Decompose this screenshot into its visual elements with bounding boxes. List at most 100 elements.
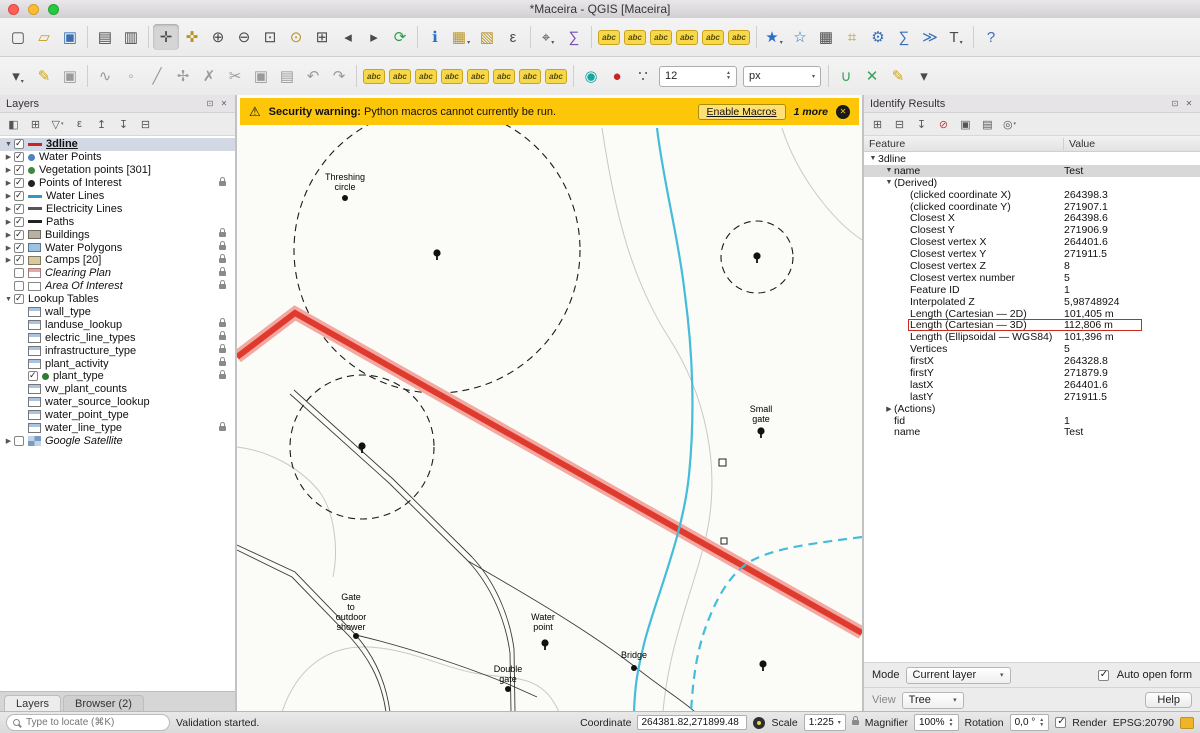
tab-browser[interactable]: Browser (2)	[63, 695, 144, 712]
undo-icon[interactable]: ↶	[300, 63, 326, 89]
font-unit-combo[interactable]: px▾	[743, 66, 821, 87]
identify-row[interactable]: Closest vertex Z8	[864, 260, 1200, 272]
layer-item[interactable]: plant_type	[0, 370, 235, 383]
refresh-map-icon[interactable]: ⟳	[387, 24, 413, 50]
expand-arrow-icon[interactable]: ▼	[884, 167, 894, 174]
magnifier-spinner[interactable]: 100%▲▼	[914, 714, 959, 731]
show-bookmarks-icon[interactable]: ☆	[787, 24, 813, 50]
layer-checkbox[interactable]	[14, 191, 24, 201]
paste-features-icon[interactable]: ▤	[274, 63, 300, 89]
redo-icon[interactable]: ↷	[326, 63, 352, 89]
expand-arrow-icon[interactable]: ▼	[868, 155, 878, 162]
panel-float-icon[interactable]: ⊡	[1170, 99, 1180, 108]
layer-checkbox[interactable]	[14, 281, 24, 291]
expand-all-icon[interactable]: ↥	[92, 116, 111, 133]
layer-labeling-icon[interactable]: abc	[596, 24, 622, 50]
font-size-combo[interactable]: 12▲▼	[659, 66, 737, 87]
move-label-icon[interactable]: abc	[439, 63, 465, 89]
expand-arrow-icon[interactable]: ▶	[3, 192, 14, 200]
expand-new-results-icon[interactable]: ↧	[912, 116, 931, 133]
identify-row[interactable]: Closest vertex Y271911.5	[864, 248, 1200, 260]
annotation-pencil-icon[interactable]: ✎	[885, 63, 911, 89]
toggle-editing-icon[interactable]: ✎	[31, 63, 57, 89]
change-label-icon[interactable]: abc	[726, 24, 752, 50]
expand-arrow-icon[interactable]: ▶	[3, 218, 14, 226]
identify-row[interactable]: ▼3dline	[864, 153, 1200, 165]
vertex-tool-icon[interactable]: ✢	[170, 63, 196, 89]
delete-selected-icon[interactable]: ✗	[196, 63, 222, 89]
panel-float-icon[interactable]: ⊡	[205, 99, 215, 108]
value-column-header[interactable]: Value	[1064, 138, 1200, 150]
lock-scale-icon[interactable]	[852, 720, 859, 725]
attributes-table-icon[interactable]: ▦	[813, 24, 839, 50]
select-features-icon[interactable]: ▦▾	[448, 24, 474, 50]
layer-checkbox[interactable]	[14, 268, 24, 278]
identify-row[interactable]: Length (Cartesian — 2D)101,405 m	[864, 308, 1200, 320]
identify-row[interactable]: Feature ID1	[864, 284, 1200, 296]
current-edits-icon[interactable]: ▾▾	[5, 63, 31, 89]
expand-arrow-icon[interactable]: ▶	[3, 231, 14, 239]
copy-features-icon[interactable]: ▣	[248, 63, 274, 89]
layer-item[interactable]: ▼3dline	[0, 138, 235, 151]
scale-combo[interactable]: 1:225▾	[804, 714, 846, 731]
zoom-in-icon[interactable]: ⊕	[205, 24, 231, 50]
show-hide-labels-icon[interactable]: abc	[413, 63, 439, 89]
highlight-labels-icon[interactable]: abc	[648, 24, 674, 50]
extent-toggle-icon[interactable]	[753, 717, 765, 729]
snapping-options-icon[interactable]: ∪	[833, 63, 859, 89]
layer-item[interactable]: water_source_lookup	[0, 396, 235, 409]
preview-mode-icon[interactable]: ◉	[578, 63, 604, 89]
layer-checkbox[interactable]	[14, 152, 24, 162]
expand-arrow-icon[interactable]: ▶	[884, 405, 894, 413]
layer-item[interactable]: water_line_type	[0, 422, 235, 435]
expand-arrow-icon[interactable]: ▼	[3, 296, 14, 303]
layout-manager-icon[interactable]: ▥	[118, 24, 144, 50]
close-warning-icon[interactable]: ✕	[836, 105, 850, 119]
processing-toolbox-icon[interactable]: ⚙	[865, 24, 891, 50]
identify-row[interactable]: lastX264401.6	[864, 379, 1200, 391]
layer-item[interactable]: vw_plant_counts	[0, 383, 235, 396]
text-annotation-icon[interactable]: T▾	[943, 24, 969, 50]
layer-checkbox[interactable]	[28, 371, 38, 381]
identify-features-icon[interactable]: ℹ	[422, 24, 448, 50]
layer-checkbox[interactable]	[14, 178, 24, 188]
identify-settings-icon[interactable]: ◎▾	[1000, 116, 1019, 133]
layer-item[interactable]: ▼Lookup Tables	[0, 293, 235, 306]
move-label-diagram-icon[interactable]: abc	[674, 24, 700, 50]
layer-item[interactable]: ▶Buildings	[0, 228, 235, 241]
collapse-all-icon[interactable]: ↧	[114, 116, 133, 133]
zoom-next-icon[interactable]: ▸	[361, 24, 387, 50]
identify-row[interactable]: Interpolated Z5,98748924	[864, 296, 1200, 308]
epsg-label[interactable]: EPSG:20790	[1113, 717, 1174, 729]
layer-checkbox[interactable]	[14, 436, 24, 446]
layer-checkbox[interactable]	[14, 165, 24, 175]
python-console-icon[interactable]: ≫	[917, 24, 943, 50]
zoom-to-layer-icon[interactable]: ⊞	[309, 24, 335, 50]
rotate-label-icon[interactable]: abc	[700, 24, 726, 50]
new-print-layout-icon[interactable]: ▤	[92, 24, 118, 50]
zoom-to-selection-icon[interactable]: ⊙	[283, 24, 309, 50]
identify-row[interactable]: firstY271879.9	[864, 367, 1200, 379]
identify-row[interactable]: Closest vertex X264401.6	[864, 236, 1200, 248]
identify-row[interactable]: Closest vertex number5	[864, 272, 1200, 284]
layer-item[interactable]: ▶Water Lines	[0, 190, 235, 203]
view-select[interactable]: Tree	[902, 692, 964, 709]
clear-results-icon[interactable]: ⊘	[934, 116, 953, 133]
filter-legend-expression-icon[interactable]: ε	[70, 116, 89, 133]
layer-checkbox[interactable]	[14, 230, 24, 240]
identify-row[interactable]: lastY271911.5	[864, 391, 1200, 403]
layer-item[interactable]: ▶Points of Interest	[0, 177, 235, 190]
expand-arrow-icon[interactable]: ▶	[3, 166, 14, 174]
copy-feature-icon[interactable]: ▣	[956, 116, 975, 133]
locate-input[interactable]	[24, 716, 163, 729]
feature-column-header[interactable]: Feature	[864, 138, 1064, 150]
layer-item[interactable]: ▶Water Polygons	[0, 241, 235, 254]
identify-row[interactable]: ▶(Actions)	[864, 403, 1200, 415]
diagram-pin-icon[interactable]: abc	[517, 63, 543, 89]
digitize-with-segment-icon[interactable]: ∿	[92, 63, 118, 89]
layer-checkbox[interactable]	[14, 204, 24, 214]
layer-checkbox[interactable]	[14, 217, 24, 227]
remove-layer-icon[interactable]: ⊟	[136, 116, 155, 133]
layer-item[interactable]: ▶Google Satellite	[0, 434, 235, 447]
field-calculator-icon[interactable]: ⌗	[839, 24, 865, 50]
